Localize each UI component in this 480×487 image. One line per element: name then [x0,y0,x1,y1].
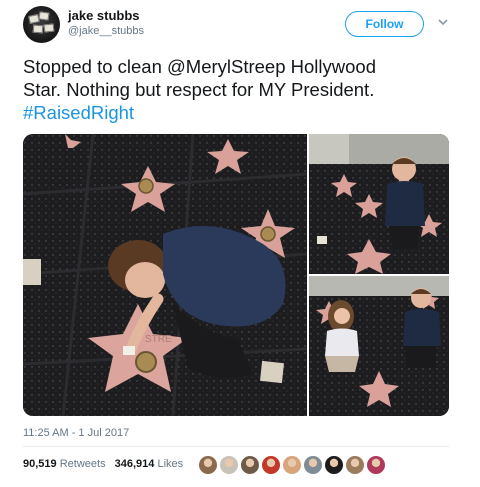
photo-top-right-image [309,134,449,274]
liker-avatar[interactable] [219,455,239,475]
display-name[interactable]: jake stubbs [68,8,140,23]
liker-avatar[interactable] [198,455,218,475]
liker-avatar[interactable] [282,455,302,475]
tweet-stats: 90,519 Retweets 346,914 Likes [23,458,189,470]
photo-top-right[interactable] [309,134,449,274]
likes-stat[interactable]: 346,914 Likes [115,458,184,470]
liker-avatar[interactable] [240,455,260,475]
photo-bottom-right[interactable] [309,276,449,416]
tweet-line-2: Star. Nothing but respect for MY Preside… [23,79,375,100]
tweet-timestamp[interactable]: 11:25 AM - 1 Jul 2017 [23,427,129,439]
photo-main-image: STRE [23,134,307,416]
likes-label: Likes [157,458,184,470]
divider [23,446,449,447]
photo-main[interactable]: STRE [23,134,307,416]
retweets-count: 90,519 [23,458,57,470]
liker-avatar[interactable] [261,455,281,475]
hashtag-link[interactable]: #RaisedRight [23,101,463,124]
likes-count: 346,914 [114,458,155,470]
user-handle[interactable]: @jake__stubbs [68,25,144,37]
chevron-down-icon[interactable] [437,16,449,28]
user-avatar[interactable] [23,6,60,43]
liker-avatar[interactable] [324,455,344,475]
retweets-stat[interactable]: 90,519 Retweets [23,458,106,470]
liker-avatar[interactable] [345,455,365,475]
tweet-line-1: Stopped to clean @MerylStreep Hollywood [23,56,376,77]
liker-avatar[interactable] [303,455,323,475]
tweet-card: jake stubbs @jake__stubbs Follow Stopped… [0,0,480,487]
media-grid: STRE [23,134,449,416]
likers-avatars [198,455,387,475]
follow-label: Follow [365,17,404,31]
tweet-text: Stopped to clean @MerylStreep Hollywood … [23,55,463,124]
star-name-text: STRE [145,334,172,345]
photo-bottom-right-image [309,276,449,416]
follow-button[interactable]: Follow [345,11,424,37]
liker-avatar[interactable] [366,455,386,475]
retweets-label: Retweets [59,458,106,470]
